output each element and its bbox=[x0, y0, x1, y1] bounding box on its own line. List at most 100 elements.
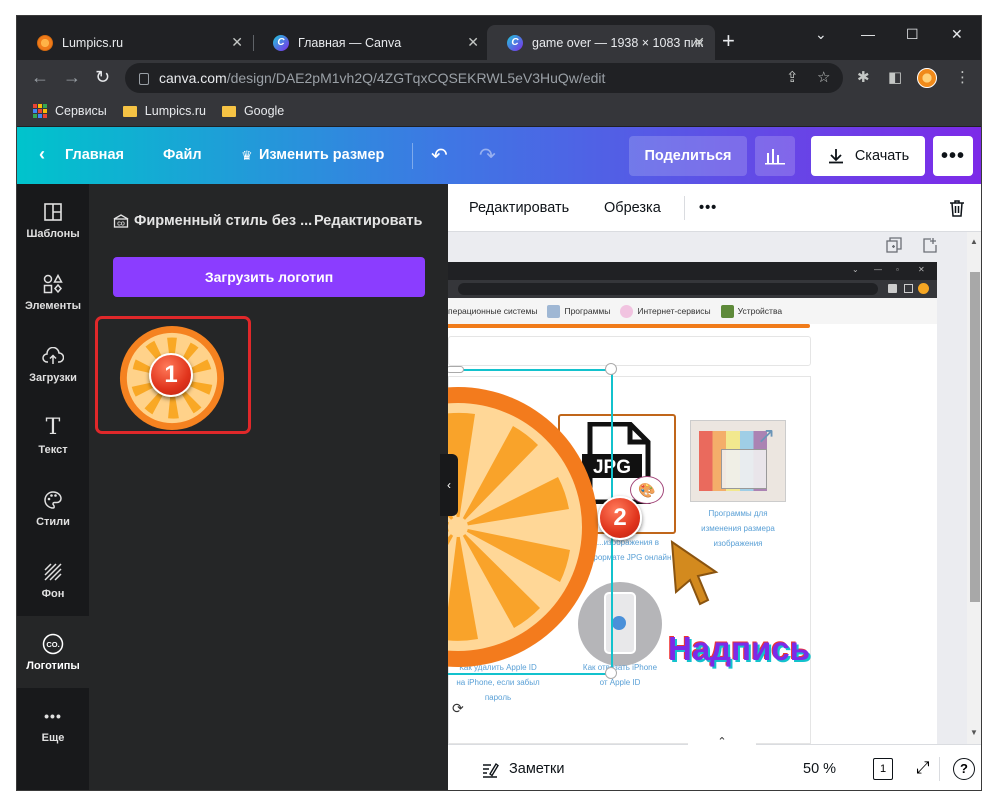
inner-nav-label: Устройства bbox=[737, 306, 783, 316]
inner-search-box bbox=[448, 336, 811, 366]
page-count-button[interactable]: 1 bbox=[873, 758, 893, 780]
tab-lumpics[interactable]: Lumpics.ru ✕ bbox=[17, 25, 253, 60]
inner-nav-os: перационные системы bbox=[448, 306, 538, 316]
close-window-button[interactable]: ✕ bbox=[951, 26, 963, 43]
rail-label: Элементы bbox=[24, 299, 82, 312]
upload-logo-button[interactable]: Загрузить логотип bbox=[113, 257, 425, 297]
logo-tile[interactable]: 1 bbox=[95, 316, 251, 434]
share-button[interactable]: Поделиться bbox=[629, 136, 747, 176]
rail-item-logos[interactable]: CO. Логотипы bbox=[17, 616, 89, 688]
vertical-scrollbar[interactable]: ▲ ▼ bbox=[967, 232, 981, 744]
bookmark-label: Lumpics.ru bbox=[144, 104, 206, 118]
side-rail: Шаблоны Элементы Загрузки T Текст Стили bbox=[17, 184, 89, 790]
reload-icon[interactable]: ↻ bbox=[95, 67, 110, 87]
collapse-panel-handle[interactable]: ‹ bbox=[440, 454, 458, 516]
brand-kit-icon: CO bbox=[113, 214, 129, 228]
editor-footer: ⌃ Заметки 50 % 1 ⤢ ? bbox=[448, 736, 981, 790]
more-options-button[interactable]: ••• bbox=[933, 136, 973, 176]
rotate-icon[interactable]: ⟳ bbox=[452, 700, 464, 717]
brand-kit-title[interactable]: CO Фирменный стиль без ... bbox=[113, 213, 312, 229]
design-page[interactable]: ⌄ — ▫ ✕ перационные системы Программы Ин… bbox=[448, 262, 937, 744]
rail-label: Текст bbox=[38, 443, 68, 456]
new-tab-button[interactable]: + bbox=[722, 30, 735, 52]
chevron-left-icon[interactable]: ‹ bbox=[39, 144, 45, 165]
bookmark-star-icon[interactable]: ☆ bbox=[817, 68, 830, 86]
orange-image-element[interactable] bbox=[448, 382, 598, 672]
menu-kebab-icon[interactable]: ⋮ bbox=[955, 68, 970, 86]
resize-handle-top[interactable] bbox=[448, 366, 464, 373]
rail-item-more[interactable]: ••• Еще bbox=[17, 688, 89, 760]
tab-search-chevron-icon[interactable]: ⌄ bbox=[815, 26, 827, 43]
extensions-puzzle-icon[interactable]: ✱ bbox=[857, 68, 870, 86]
fullscreen-icon[interactable]: ⤢ bbox=[916, 758, 930, 778]
rail-item-styles[interactable]: Стили bbox=[17, 472, 89, 544]
canva-favicon-icon: C bbox=[273, 34, 289, 51]
trash-icon[interactable] bbox=[947, 198, 967, 218]
tab-close-icon[interactable]: ✕ bbox=[693, 35, 705, 49]
header-divider bbox=[412, 143, 413, 169]
canva-header: ‹ Главная Файл ♛ Изменить размер ↶ ↷ Под… bbox=[17, 127, 981, 184]
rail-label: Шаблоны bbox=[26, 227, 80, 240]
rail-item-uploads[interactable]: Загрузки bbox=[17, 328, 89, 400]
file-menu[interactable]: Файл bbox=[163, 147, 202, 163]
back-arrow-icon[interactable]: ← bbox=[31, 67, 49, 87]
rail-item-elements[interactable]: Элементы bbox=[17, 256, 89, 328]
resize-button[interactable]: Изменить размер bbox=[259, 147, 384, 163]
more-actions-button[interactable]: ••• bbox=[699, 200, 717, 216]
inner-nav-label: Интернет-сервисы bbox=[637, 306, 711, 316]
redo-icon[interactable]: ↷ bbox=[479, 143, 496, 168]
home-link[interactable]: Главная bbox=[65, 147, 124, 163]
tab-close-icon[interactable]: ✕ bbox=[467, 35, 479, 49]
bookmark-services[interactable]: Сервисы bbox=[33, 104, 107, 118]
zoom-level[interactable]: 50 % bbox=[803, 761, 836, 777]
edit-image-button[interactable]: Редактировать bbox=[469, 200, 569, 216]
undo-icon[interactable]: ↶ bbox=[431, 143, 448, 168]
lumpics-favicon-icon bbox=[37, 34, 53, 51]
download-button[interactable]: Скачать bbox=[811, 136, 925, 176]
resize-handle-bottom-right[interactable] bbox=[605, 667, 617, 679]
inner-url-bar bbox=[448, 280, 937, 298]
inner-orange-divider bbox=[448, 324, 810, 328]
help-button[interactable]: ? bbox=[953, 758, 975, 780]
inner-titlebar: ⌄ — ▫ ✕ bbox=[448, 262, 937, 280]
rail-label: Еще bbox=[41, 731, 65, 744]
crop-button[interactable]: Обрезка bbox=[604, 200, 661, 216]
scroll-up-icon[interactable]: ▲ bbox=[970, 237, 978, 246]
address-bar[interactable]: canva.com/design/DAE2pM1vh2Q/4ZGTqxCQSEK… bbox=[125, 63, 843, 93]
tab-game-over[interactable]: C game over — 1938 × 1083 пик ✕ bbox=[487, 25, 715, 60]
background-icon bbox=[42, 561, 64, 583]
forward-arrow-icon[interactable]: → bbox=[63, 67, 81, 87]
footer-divider bbox=[939, 757, 940, 781]
programs-icon bbox=[547, 304, 561, 318]
tab-canva-home[interactable]: C Главная — Canva ✕ bbox=[253, 25, 489, 60]
inner-nav-programs: Программы bbox=[547, 304, 611, 318]
scrollbar-thumb[interactable] bbox=[970, 272, 980, 602]
bookmark-label: Google bbox=[243, 104, 285, 118]
scroll-down-icon[interactable]: ▼ bbox=[970, 728, 978, 737]
rail-item-background[interactable]: Фон bbox=[17, 544, 89, 616]
text-element-nadpis[interactable]: Надпись bbox=[668, 630, 810, 668]
duplicate-page-icon[interactable] bbox=[886, 237, 902, 253]
minimize-button[interactable]: — bbox=[861, 26, 875, 42]
rail-item-templates[interactable]: Шаблоны bbox=[17, 184, 89, 256]
rail-label: Стили bbox=[36, 515, 70, 528]
bookmark-google[interactable]: Google bbox=[221, 104, 285, 118]
pages-expand-button[interactable]: ⌃ bbox=[688, 736, 756, 750]
tab-close-icon[interactable]: ✕ bbox=[231, 35, 243, 49]
rail-item-text[interactable]: T Текст bbox=[17, 400, 89, 472]
bookmark-lumpics[interactable]: Lumpics.ru bbox=[122, 104, 206, 118]
inner-nav-label: Программы bbox=[564, 306, 611, 316]
notes-button[interactable]: Заметки bbox=[509, 761, 564, 777]
add-page-icon[interactable] bbox=[922, 237, 938, 253]
maximize-button[interactable]: ☐ bbox=[906, 26, 919, 43]
inner-panel-icon bbox=[904, 284, 913, 293]
share-page-icon[interactable]: ⇪ bbox=[786, 68, 799, 86]
side-panel-icon[interactable]: ◧ bbox=[888, 68, 902, 86]
edit-brand-kit-link[interactable]: Редактировать bbox=[314, 213, 422, 229]
pointer-arrow-icon bbox=[670, 539, 719, 606]
insights-button[interactable] bbox=[755, 136, 795, 176]
tab-title: game over — 1938 × 1083 пик bbox=[532, 35, 704, 50]
profile-avatar[interactable] bbox=[917, 68, 937, 88]
resize-handle-top-right[interactable] bbox=[605, 363, 617, 375]
tab-title: Главная — Canva bbox=[298, 35, 402, 50]
